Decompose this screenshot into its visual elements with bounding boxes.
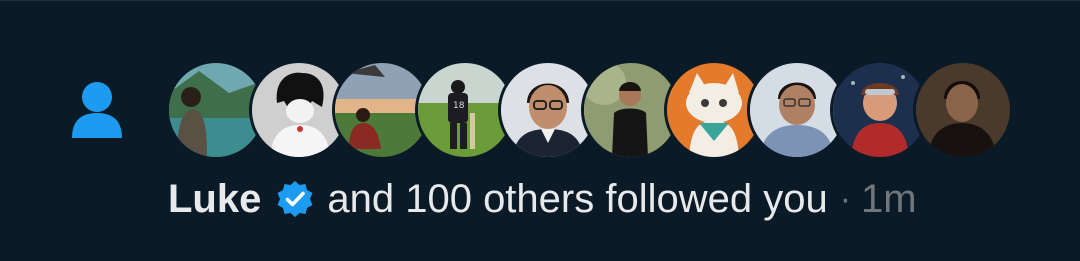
- person-icon: [70, 80, 124, 140]
- user-name-link[interactable]: Luke: [168, 177, 261, 222]
- avatar-row: 18: [166, 60, 1036, 160]
- action-text: and 100 others followed you: [327, 176, 828, 221]
- timestamp[interactable]: 1m: [861, 177, 917, 222]
- follow-notification[interactable]: 18 Luke and 100 others followed you · 1m: [0, 0, 1080, 261]
- verified-badge-icon: [275, 179, 315, 219]
- notification-text: Luke and 100 others followed you · 1m: [168, 174, 917, 224]
- avatar-man-dark[interactable]: [913, 60, 1013, 160]
- separator-dot: ·: [839, 179, 852, 218]
- svg-text:18: 18: [453, 101, 465, 111]
